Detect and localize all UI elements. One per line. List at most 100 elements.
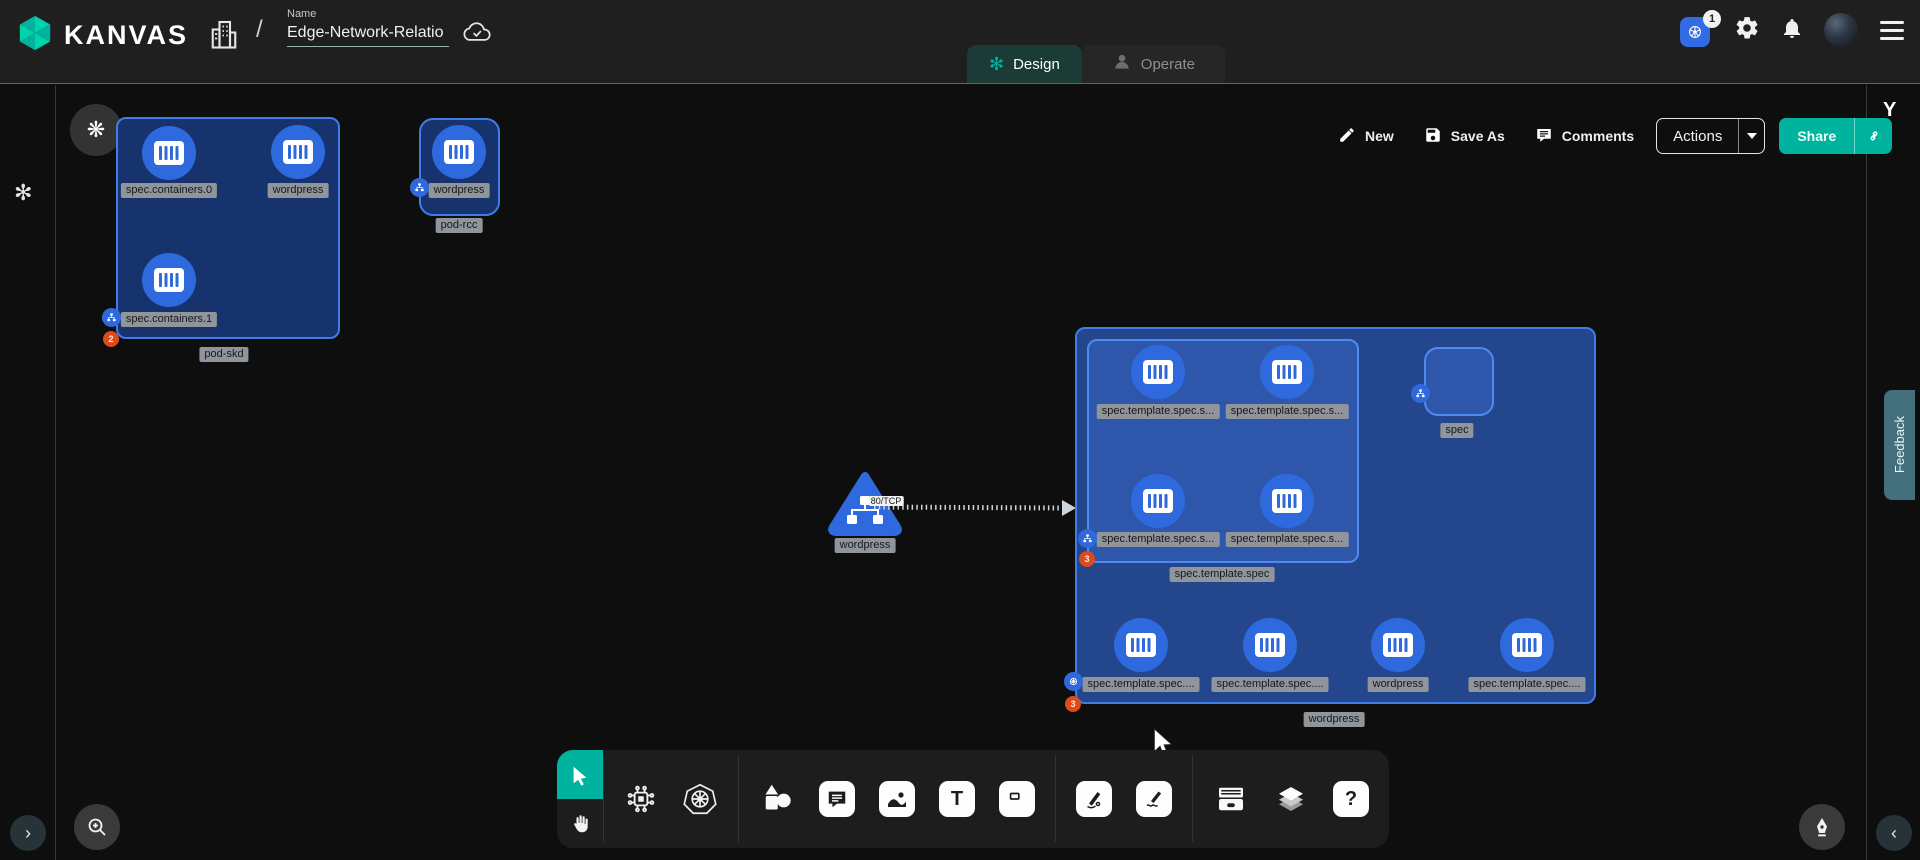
design-name-block: Name [287, 8, 449, 47]
save-as-label: Save As [1451, 128, 1505, 144]
comments-button[interactable]: Comments [1527, 126, 1642, 147]
new-button[interactable]: New [1330, 126, 1402, 147]
hamburger-menu-icon[interactable] [1878, 15, 1906, 46]
pointer-tools [557, 750, 603, 848]
tab-design-label: Design [1013, 56, 1060, 73]
sitemap-badge-icon[interactable] [1078, 529, 1097, 548]
node-spec[interactable] [1424, 347, 1494, 416]
settings-gear-icon[interactable] [1734, 15, 1760, 46]
shapes-icon[interactable] [759, 781, 795, 817]
node-spec-containers-0[interactable] [142, 126, 196, 180]
organization-icon[interactable] [206, 16, 242, 57]
caret-down-icon [1747, 133, 1757, 139]
canvas-actions-row: New Save As Comments Actions Share [1330, 118, 1892, 154]
left-rail: ✻ › [0, 85, 56, 860]
sitemap-badge-icon[interactable] [102, 308, 121, 327]
comment-icon [1535, 126, 1553, 147]
node-template-container-3[interactable] [1260, 474, 1314, 528]
kubernetes-tool-icon[interactable] [682, 781, 718, 817]
image-icon[interactable] [879, 781, 915, 817]
help-glyph: ? [1345, 788, 1357, 811]
node-wordpress-container[interactable] [432, 125, 486, 179]
actions-button[interactable]: Actions [1657, 128, 1738, 145]
node-deploy-container-1[interactable] [1243, 618, 1297, 672]
text-tool-icon[interactable]: T [939, 781, 975, 817]
copy-link-button[interactable] [1854, 118, 1892, 154]
tab-operate[interactable]: Operate [1082, 45, 1225, 83]
node-deploy-container-0[interactable] [1114, 618, 1168, 672]
node-label: spec.template.spec.s... [1097, 532, 1220, 547]
error-count-badge[interactable]: 3 [1065, 696, 1081, 712]
select-tool[interactable] [557, 750, 603, 799]
zoom-in-button[interactable] [74, 804, 120, 850]
node-spec-containers-1[interactable] [142, 253, 196, 307]
node-wordpress-container[interactable] [271, 125, 325, 179]
tab-design[interactable]: ✻ Design [967, 45, 1082, 83]
brand-name: KANVAS [64, 20, 188, 51]
node-label: spec.template.spec.s... [1226, 532, 1349, 547]
draw-path-icon[interactable] [1076, 781, 1112, 817]
context-count-badge: 1 [1703, 10, 1721, 28]
cluster-label-pod-skd: pod-skd [199, 347, 248, 362]
design-name-input[interactable] [287, 22, 449, 47]
container-icon [1382, 632, 1414, 658]
save-as-button[interactable]: Save As [1416, 126, 1513, 147]
node-label: spec.template.spec.... [1083, 677, 1200, 692]
top-bar: KANVAS / Name ✻ Design [0, 0, 1920, 84]
kanvas-logo-icon [16, 14, 54, 57]
operate-mode-icon [1112, 52, 1132, 76]
kubernetes-context-button[interactable]: 1 [1680, 13, 1714, 47]
actions-dropdown-button[interactable] [1738, 118, 1764, 154]
top-right-controls: 1 [1680, 13, 1906, 47]
container-icon [1271, 359, 1303, 385]
mode-tabs: ✻ Design Operate [967, 45, 1225, 83]
container-icon [1511, 632, 1543, 658]
node-template-container-1[interactable] [1260, 345, 1314, 399]
expand-left-panel-button[interactable]: › [10, 815, 46, 851]
draw-freehand-icon[interactable] [1136, 781, 1172, 817]
cluster-spec-template-spec[interactable] [1087, 339, 1359, 563]
component-icon[interactable] [624, 782, 658, 816]
note-icon[interactable] [999, 781, 1035, 817]
container-icon [443, 139, 475, 165]
help-icon[interactable]: ? [1333, 781, 1369, 817]
cluster-label-wordpress: wordpress [1304, 712, 1365, 727]
container-icon [282, 139, 314, 165]
sitemap-badge-icon[interactable] [1411, 384, 1430, 403]
meshery-spiral-icon[interactable]: ✻ [14, 180, 32, 206]
node-label: spec.template.spec.s... [1226, 404, 1349, 419]
node-deploy-container-2[interactable] [1371, 618, 1425, 672]
container-icon [153, 140, 185, 166]
notifications-bell-icon[interactable] [1780, 16, 1804, 45]
cursor-icon [569, 764, 591, 786]
archive-icon[interactable] [1213, 781, 1249, 817]
feedback-tab[interactable]: Feedback [1884, 390, 1915, 500]
pencil-icon [1338, 126, 1356, 147]
node-template-container-0[interactable] [1131, 345, 1185, 399]
error-count-badge[interactable]: 2 [103, 331, 119, 347]
node-label: wordpress [1368, 677, 1429, 692]
layers-icon[interactable] [1273, 781, 1309, 817]
brand[interactable]: KANVAS [16, 14, 188, 57]
breadcrumb-separator: / [256, 16, 263, 44]
actions-split-button: Actions [1656, 118, 1765, 154]
bottom-toolbar: T [557, 750, 1389, 848]
node-deploy-container-3[interactable] [1500, 618, 1554, 672]
expand-right-panel-button[interactable]: ‹ [1876, 815, 1912, 851]
pen-nib-button[interactable] [1799, 804, 1845, 850]
container-icon [153, 267, 185, 293]
container-icon [1254, 632, 1286, 658]
user-avatar[interactable] [1824, 13, 1858, 47]
share-button[interactable]: Share [1779, 128, 1854, 144]
comment-tool-icon[interactable] [819, 781, 855, 817]
sitemap-badge-icon[interactable] [410, 178, 429, 197]
node-action-snowflake-icon[interactable]: ❋ [70, 104, 122, 156]
error-count-badge[interactable]: 3 [1079, 551, 1095, 567]
node-label: spec.template.spec.s... [1097, 404, 1220, 419]
pan-tool[interactable] [557, 799, 603, 848]
node-template-container-2[interactable] [1131, 474, 1185, 528]
share-split-button: Share [1779, 118, 1892, 154]
edge-label: 80/TCP [869, 496, 904, 506]
kubernetes-badge-icon[interactable] [1064, 672, 1083, 691]
container-icon [1271, 488, 1303, 514]
